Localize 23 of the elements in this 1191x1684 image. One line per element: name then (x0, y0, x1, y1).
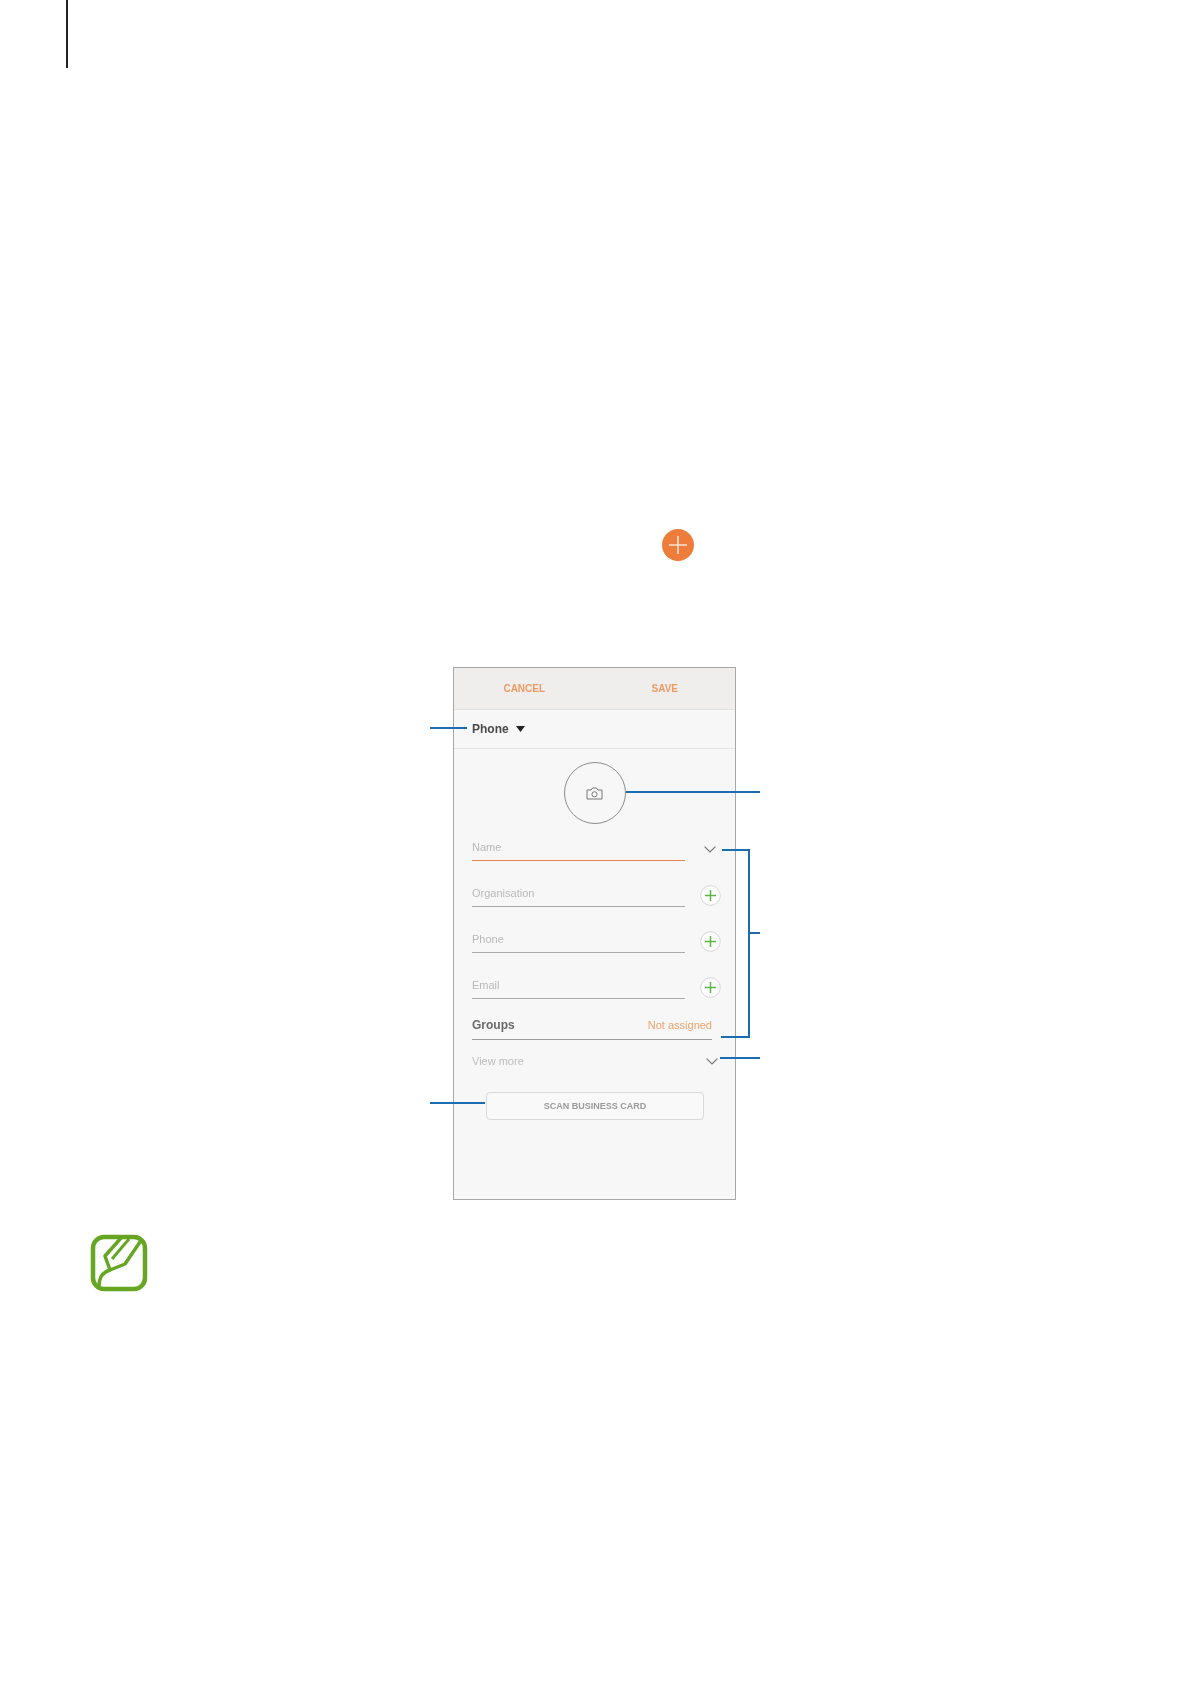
chevron-down-icon[interactable] (704, 845, 717, 853)
chevron-down-icon[interactable] (706, 1057, 718, 1065)
text-field[interactable]: Organisation (472, 883, 686, 907)
groups-label[interactable]: Groups (472, 1018, 515, 1032)
text-field[interactable]: Email (472, 975, 686, 999)
leader-line (430, 727, 468, 729)
plus-circle-icon[interactable] (699, 930, 721, 952)
text-field[interactable]: Phone (472, 929, 686, 953)
pencil-note-icon (90, 1234, 148, 1292)
leader-line (430, 1102, 486, 1104)
text-field[interactable]: Name (472, 837, 686, 861)
view-more-label[interactable]: View more (472, 1055, 524, 1067)
plus-circle-icon (662, 529, 694, 561)
action-button[interactable]: SAVE (594, 668, 735, 709)
plus-circle-icon[interactable] (699, 884, 721, 906)
storage-dropdown[interactable]: Phone (470, 722, 527, 736)
groups-value[interactable]: Not assigned (647, 1019, 712, 1031)
scan-button[interactable]: SCAN BUSINESS CARD (486, 1092, 704, 1120)
plus-circle-icon[interactable] (699, 976, 721, 998)
action-button[interactable]: CANCEL (454, 668, 595, 709)
camera-icon (586, 786, 603, 800)
leader-line (719, 1057, 760, 1059)
caret-icon (515, 726, 525, 732)
